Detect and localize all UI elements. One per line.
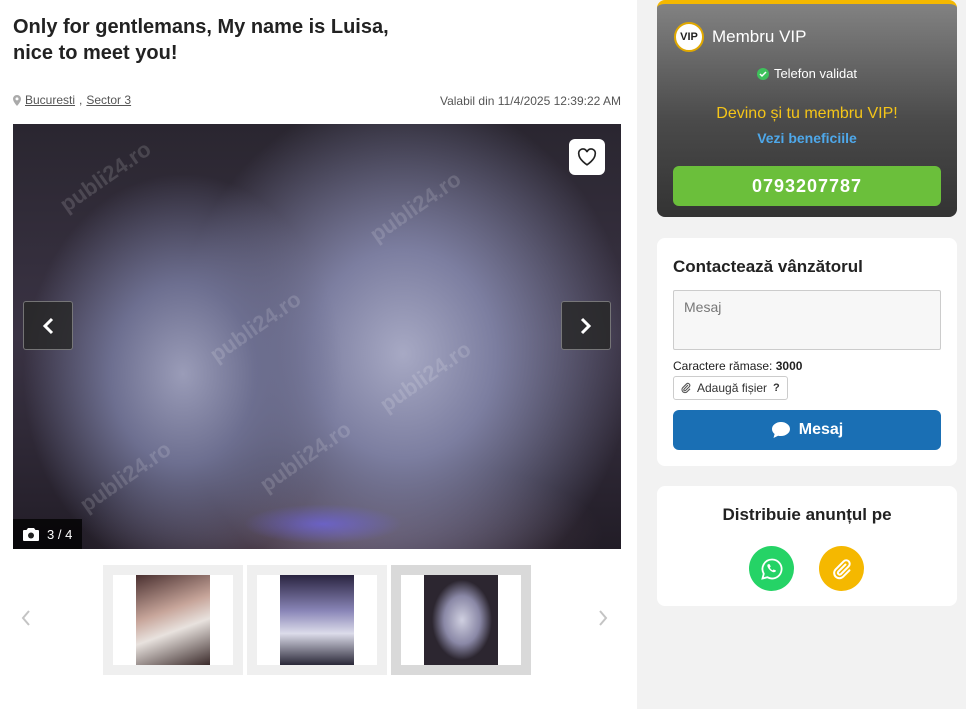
check-circle-icon [756,67,769,80]
next-photo-button[interactable] [561,301,611,350]
thumbnails-right-icon[interactable] [596,608,610,628]
contact-title: Contactează vânzătorul [673,257,863,276]
copy-link-button[interactable] [819,546,864,591]
send-message-label: Mesaj [798,421,844,438]
watermark: publi24.ro [255,416,356,497]
phone-status: Telefon validat [657,66,957,81]
location-separator: , [79,93,83,107]
heart-icon [577,148,597,166]
photo-counter: 3 / 4 [13,519,83,549]
paperclip-icon [832,558,851,579]
thumbnail-2[interactable] [247,565,387,675]
chevron-left-icon [42,317,54,334]
become-vip-text: Devino și tu membru VIP! [716,105,898,122]
thumbnail-image [136,575,210,665]
whatsapp-icon [760,558,782,580]
chars-count: 3000 [775,359,803,373]
watermark: publi24.ro [375,336,476,417]
vip-title: Membru VIP [712,27,807,46]
main-photo[interactable]: publi24.ro publi24.ro publi24.ro publi24… [13,124,621,549]
listing-title: Only for gentlemans, My name is Luisa, n… [13,16,389,64]
chat-bubble-icon [771,422,790,438]
thumbnail-frame [257,575,377,665]
benefits-link[interactable]: Vezi beneficiile [657,130,957,146]
thumbnails-left-icon[interactable] [19,608,33,628]
camera-icon [23,527,39,541]
favorite-button[interactable] [569,139,605,175]
chars-label: Caractere rămase: [673,359,773,373]
contact-card: Contactează vânzătorul Mesaj Caractere r… [657,238,957,466]
location: Bucuresti, Sector 3 [13,93,131,107]
chars-remaining: Caractere rămase: 3000 [673,359,802,373]
share-card: Distribuie anunțul pe [657,486,957,606]
watermark: publi24.ro [365,166,466,247]
watermark: publi24.ro [55,136,156,217]
previous-photo-button[interactable] [23,301,73,350]
chevron-right-icon [580,317,592,334]
photo-counter-text: 3 / 4 [47,526,73,542]
sector-link[interactable]: Sector 3 [86,93,131,107]
whatsapp-share-button[interactable] [749,546,794,591]
share-title: Distribuie anunțul pe [722,505,892,524]
attach-help-icon[interactable]: ? [773,382,780,394]
phone-button[interactable]: 0793207787 [673,166,941,206]
watermark: publi24.ro [75,436,176,517]
watermark: publi24.ro [205,286,306,367]
thumbnail-strip [103,565,531,675]
attach-label: Adaugă fișier [697,381,768,395]
listing-main: Only for gentlemans, My name is Luisa, n… [0,0,637,709]
city-link[interactable]: Bucuresti [25,93,75,107]
thumbnail-image [280,575,354,665]
paperclip-icon [681,382,691,394]
thumbnail-frame [401,575,521,665]
photo-glow [243,504,403,544]
send-message-button[interactable]: Mesaj [673,410,941,450]
thumbnail-1[interactable] [103,565,243,675]
message-input[interactable]: Mesaj [673,290,941,350]
vip-badge-icon: VIP [674,22,704,52]
thumbnail-3[interactable] [391,565,531,675]
location-pin-icon [13,94,21,106]
thumbnail-frame [113,575,233,665]
valid-date: Valabil din 11/4/2025 12:39:22 AM [439,94,621,108]
vip-card: VIP Membru VIP Telefon validat Devino și… [657,0,957,217]
attach-file-button[interactable]: Adaugă fișier ? [673,376,788,400]
phone-status-text: Telefon validat [773,66,858,81]
thumbnail-image [424,575,498,665]
